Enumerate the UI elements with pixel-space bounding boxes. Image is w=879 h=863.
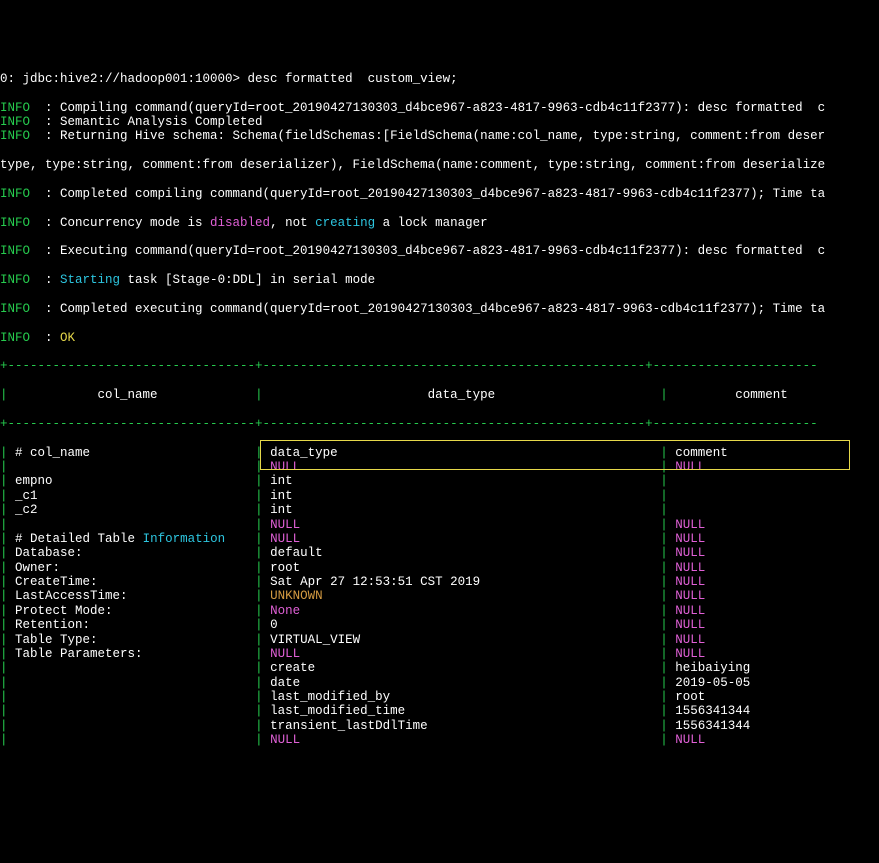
- table-row: | | date | 2019-05-05: [0, 676, 879, 690]
- log-text: : Completed executing command(queryId=ro…: [30, 302, 825, 316]
- table-header: | col_name | data_type | comment: [0, 388, 879, 402]
- col-header-comment: comment: [675, 388, 840, 402]
- log-text: : Returning Hive schema: Schema(fieldSch…: [30, 129, 825, 143]
- table-row: | Database: | default | NULL: [0, 546, 879, 560]
- log-ok: INFO : OK: [0, 331, 879, 345]
- col-header-name: col_name: [15, 388, 248, 402]
- table-row: | | last_modified_by | root: [0, 690, 879, 704]
- log-prefix: INFO: [0, 129, 30, 143]
- table-row: | LastAccessTime: | UNKNOWN | NULL: [0, 589, 879, 603]
- log-prefix: INFO: [0, 115, 30, 129]
- table-row: | empno | int |: [0, 474, 879, 488]
- table-row: | Table Parameters: | NULL | NULL: [0, 647, 879, 661]
- log-text: : Completed compiling command(queryId=ro…: [30, 187, 825, 201]
- col-header-type: data_type: [270, 388, 653, 402]
- log-prefix: INFO: [0, 187, 30, 201]
- log-line: INFO : Compiling command(queryId=root_20…: [0, 101, 879, 115]
- table-border-top: +---------------------------------+-----…: [0, 359, 879, 373]
- table-row: | _c2 | int |: [0, 503, 879, 517]
- log-line: INFO : Executing command(queryId=root_20…: [0, 244, 879, 258]
- log-starting: INFO : Starting task [Stage-0:DDL] in se…: [0, 273, 879, 287]
- table-row: | # Detailed Table Information | NULL | …: [0, 532, 879, 546]
- log-line: INFO : Completed compiling command(query…: [0, 187, 879, 201]
- table-row: | | NULL | NULL: [0, 733, 879, 747]
- table-row: | CreateTime: | Sat Apr 27 12:53:51 CST …: [0, 575, 879, 589]
- log-text: : Semantic Analysis Completed: [30, 115, 263, 129]
- highlight-box: [260, 440, 850, 470]
- table-row: | | last_modified_time | 1556341344: [0, 704, 879, 718]
- log-line: INFO : Completed executing command(query…: [0, 302, 879, 316]
- table-row: | Protect Mode: | None | NULL: [0, 604, 879, 618]
- log-line: INFO : Returning Hive schema: Schema(fie…: [0, 129, 879, 143]
- log-text: : Compiling command(queryId=root_2019042…: [30, 101, 825, 115]
- table-row: | | transient_lastDdlTime | 1556341344: [0, 719, 879, 733]
- table-row: | | create | heibaiying: [0, 661, 879, 675]
- table-row: | Owner: | root | NULL: [0, 561, 879, 575]
- log-line: INFO : Semantic Analysis Completed: [0, 115, 879, 129]
- log-text: : Executing command(queryId=root_2019042…: [30, 244, 825, 258]
- log-prefix: INFO: [0, 101, 30, 115]
- prompt-line: 0: jdbc:hive2://hadoop001:10000> desc fo…: [0, 72, 879, 86]
- table-border-mid: +---------------------------------+-----…: [0, 417, 879, 431]
- log-prefix: INFO: [0, 244, 30, 258]
- prompt-command: desc formatted custom_view;: [240, 72, 458, 86]
- table-row: | | NULL | NULL: [0, 518, 879, 532]
- log-continuation: type, type:string, comment:from deserial…: [0, 158, 879, 172]
- table-row: | Retention: | 0 | NULL: [0, 618, 879, 632]
- terminal-output: 0: jdbc:hive2://hadoop001:10000> desc fo…: [0, 58, 879, 762]
- table-row: | Table Type: | VIRTUAL_VIEW | NULL: [0, 633, 879, 647]
- table-row: | _c1 | int |: [0, 489, 879, 503]
- log-concurrency: INFO : Concurrency mode is disabled, not…: [0, 216, 879, 230]
- prompt-prefix: 0: jdbc:hive2://hadoop001:10000>: [0, 72, 240, 86]
- log-prefix: INFO: [0, 302, 30, 316]
